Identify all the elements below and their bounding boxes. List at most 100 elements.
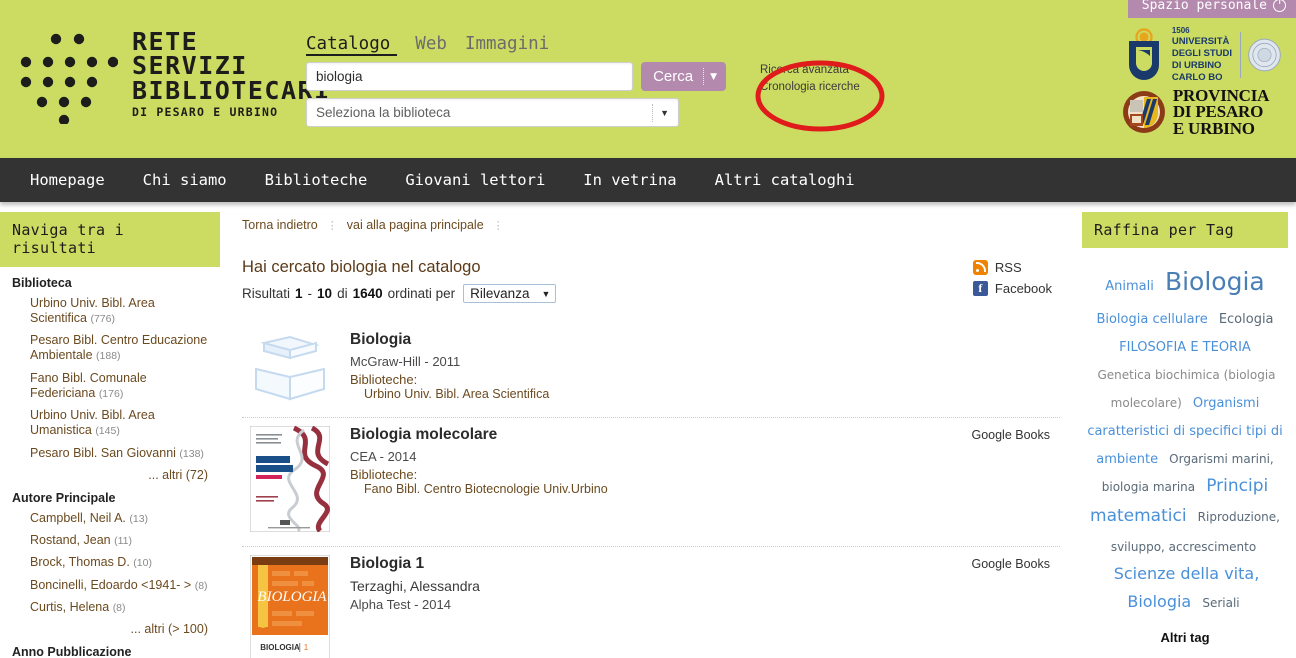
facet-item[interactable]: Boncinelli, Edoardo <1941- > (8) <box>0 578 220 593</box>
search-button[interactable]: Cerca <box>641 62 703 91</box>
result-cover[interactable] <box>249 425 336 536</box>
result-title[interactable]: Biologia <box>350 331 1060 349</box>
result-title[interactable]: Biologia 1 <box>350 555 1060 573</box>
tag-panel-title: Raffina per Tag <box>1082 212 1288 249</box>
dot-pattern-icon <box>20 33 118 124</box>
tab-immagini[interactable]: Immagini <box>465 34 549 54</box>
facet-group-anno: Anno Pubblicazione 2015 <box>0 645 220 658</box>
svg-text:BIOLOGIA: BIOLOGIA <box>257 589 327 605</box>
facet-item[interactable]: Campbell, Neil A. (13) <box>0 511 220 526</box>
logo-line-2: SERVIZI <box>132 51 248 81</box>
province-crest-icon <box>1122 91 1165 134</box>
more-tags-link[interactable]: Altri tag <box>1082 630 1288 645</box>
facet-item[interactable]: Pesaro Bibl. Centro Educazione Ambiental… <box>0 333 220 364</box>
search-summary: Hai cercato biologia nel catalogo <box>242 258 1060 277</box>
tab-web[interactable]: Web <box>415 34 447 54</box>
result-item[interactable]: BIOLOGIA BIOLOGIA 1 Biologia 1 Terzaghi,… <box>242 547 1060 658</box>
sort-select-value: Rilevanza <box>470 286 530 301</box>
logo-wordmark: RETE SERVIZI BIBLIOTECARI DI PESARO E UR… <box>132 29 331 120</box>
facet-item[interactable]: Curtis, Helena (8) <box>0 600 220 615</box>
result-title[interactable]: Biologia molecolare <box>350 426 1060 444</box>
sort-select[interactable]: Rilevanza ▼ <box>463 284 557 303</box>
breadcrumb-home-link[interactable]: vai alla pagina principale <box>347 218 484 232</box>
facet-item-count: (188) <box>96 350 121 363</box>
result-libraries[interactable]: Fano Bibl. Centro Biotecnologie Univ.Urb… <box>350 482 1060 496</box>
facet-item-label: Urbino Univ. Bibl. Area Umanistica <box>30 408 155 438</box>
facet-item[interactable]: Urbino Univ. Bibl. Area Scientifica (776… <box>0 296 220 327</box>
results-dash: - <box>307 286 313 301</box>
nav-item-giovani-lettori[interactable]: Giovani lettori <box>405 171 545 189</box>
personal-space-label: Spazio personale <box>1141 0 1267 13</box>
result-author[interactable]: Terzaghi, Alessandra <box>350 578 1060 594</box>
search-summary-term: biologia <box>330 258 387 276</box>
link-cronologia-ricerche[interactable]: Cronologia ricerche <box>760 79 860 96</box>
facet-group-biblioteca: Biblioteca Urbino Univ. Bibl. Area Scien… <box>0 276 220 482</box>
facet-item-label: Brock, Thomas D. <box>30 555 130 570</box>
results-header: Hai cercato biologia nel catalogo Risult… <box>242 258 1060 303</box>
logo-line-4: DI PESARO E URBINO <box>132 105 279 120</box>
library-select-chevron-down-icon[interactable]: ▼ <box>652 103 678 122</box>
province-logo: PROVINCIA DI PESARO E URBINO <box>1122 87 1282 138</box>
result-item[interactable]: Biologia molecolare CEA - 2014 Bibliotec… <box>242 418 1060 547</box>
university-urbino-icon <box>1128 28 1159 80</box>
svg-text:1: 1 <box>304 643 309 652</box>
tag-item[interactable]: Seriali <box>1202 596 1239 610</box>
institution-logos: 1506 UNIVERSITÀ DEGLI STUDI DI URBINO CA… <box>1122 26 1282 137</box>
power-icon[interactable] <box>1273 0 1286 12</box>
results-label: Risultati <box>242 286 291 301</box>
result-cover[interactable] <box>250 331 336 407</box>
results-from: 1 <box>295 286 303 301</box>
tab-catalogo[interactable]: Catalogo <box>306 34 398 56</box>
facet-item-label: Boncinelli, Edoardo <1941- > <box>30 577 192 592</box>
nav-item-altri-cataloghi[interactable]: Altri cataloghi <box>715 171 855 189</box>
results-total: 1640 <box>352 286 383 301</box>
tag-item[interactable]: Biologia <box>1165 267 1265 296</box>
result-libraries[interactable]: Urbino Univ. Bibl. Area Scientifica <box>350 387 1060 401</box>
results-main: Torna indietro ⋮ vai alla pagina princip… <box>220 202 1074 658</box>
facet-item-count: (176) <box>98 387 124 400</box>
nav-item-chi-siamo[interactable]: Chi siamo <box>143 171 227 189</box>
google-books-link[interactable]: Google Books <box>971 428 1050 442</box>
facet-item-count: (138) <box>179 447 204 460</box>
search-input[interactable] <box>306 62 634 91</box>
library-select[interactable]: Seleziona la biblioteca ▼ <box>306 98 679 127</box>
nav-item-homepage[interactable]: Homepage <box>30 171 105 189</box>
tag-item[interactable]: FILOSOFIA E TEORIA <box>1119 340 1251 355</box>
tag-cloud: Animali Biologia Biologia cellulare Ecol… <box>1082 248 1288 621</box>
facebook-label: Facebook <box>994 281 1052 296</box>
breadcrumb-back-link[interactable]: Torna indietro <box>242 218 318 232</box>
result-publisher-year: CEA - 2014 <box>350 449 417 464</box>
facet-item[interactable]: Brock, Thomas D. (10) <box>0 555 220 570</box>
result-libraries-label: Biblioteche: <box>350 372 418 387</box>
rss-link[interactable]: RSS <box>972 260 1052 275</box>
breadcrumb-separator: ⋮ <box>326 219 338 232</box>
nav-item-biblioteche[interactable]: Biblioteche <box>265 171 368 189</box>
tag-item[interactable]: Ecologia <box>1219 312 1274 327</box>
nav-item-in-vetrina[interactable]: In vetrina <box>583 171 676 189</box>
facet-item[interactable]: Pesaro Bibl. San Giovanni (138) <box>0 446 220 461</box>
search-button-group: Cerca ▼ <box>641 62 726 91</box>
university-logo: 1506 UNIVERSITÀ DEGLI STUDI DI URBINO CA… <box>1122 26 1282 84</box>
tag-item[interactable]: Biologia cellulare <box>1096 312 1207 327</box>
result-item[interactable]: Biologia McGraw-Hill - 2011 Biblioteche:… <box>242 323 1060 418</box>
facet-item-count: (8) <box>112 601 126 614</box>
facet-item-label: Curtis, Helena <box>30 599 110 614</box>
province-line-3: E URBINO <box>1172 118 1255 138</box>
result-cover[interactable]: BIOLOGIA BIOLOGIA 1 <box>249 554 336 658</box>
facebook-link[interactable]: f Facebook <box>972 281 1052 296</box>
facet-item[interactable]: Urbino Univ. Bibl. Area Umanistica (145) <box>0 408 220 439</box>
link-ricerca-avanzata[interactable]: Ricerca avanzata <box>760 62 860 79</box>
facet-more-link[interactable]: ... altri (72) <box>0 468 220 482</box>
google-books-link[interactable]: Google Books <box>971 557 1050 571</box>
facet-item[interactable]: Rostand, Jean (11) <box>0 533 220 548</box>
right-sidebar: Raffina per Tag Animali Biologia Biologi… <box>1074 202 1296 658</box>
tag-item[interactable]: Animali <box>1105 279 1154 294</box>
personal-space-bar[interactable]: Spazio personale <box>1127 0 1296 18</box>
search-options-chevron-down-icon[interactable]: ▼ <box>704 62 726 91</box>
sort-chevron-down-icon: ▼ <box>541 288 551 299</box>
breadcrumb-separator: ⋮ <box>492 219 504 232</box>
facet-item[interactable]: Fano Bibl. Comunale Federiciana (176) <box>0 371 220 402</box>
facet-more-link[interactable]: ... altri (> 100) <box>0 622 220 636</box>
site-logo[interactable]: RETE SERVIZI BIBLIOTECARI DI PESARO E UR… <box>18 24 331 124</box>
university-line-4: CARLO BO <box>1171 71 1223 83</box>
